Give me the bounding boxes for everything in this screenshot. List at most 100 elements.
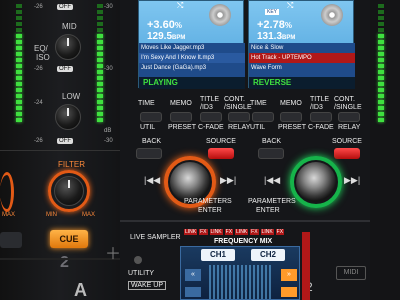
- util-label: UTIL: [140, 124, 156, 131]
- track-item[interactable]: I'm Sexy And I Know It.mp3: [139, 53, 245, 63]
- utility-label: UTILITY: [128, 270, 155, 277]
- mixer-channel-strip: -26 OFF -30 MID EQ/ ISO -26 OFF -30 LOW …: [0, 0, 122, 300]
- disc-icon: [209, 4, 231, 26]
- track-list: Nice & Slow Hot Track - UPTEMPO Wave For…: [249, 43, 355, 77]
- pitch-percent: +2.78%: [257, 19, 292, 31]
- source-button[interactable]: [334, 148, 360, 159]
- source-button[interactable]: [208, 148, 234, 159]
- deck-status: PLAYING: [139, 77, 245, 89]
- red-strip: [302, 232, 310, 300]
- level-meter-left: [16, 4, 22, 122]
- frequency-mix-label: FREQUENCY MIX: [214, 238, 273, 245]
- shuffle-icon: ⤭: [177, 1, 184, 10]
- title-id3-label: TITLE /ID3: [310, 96, 330, 111]
- prev-track-icon[interactable]: |◀◀: [264, 175, 280, 186]
- deck-letter: A: [74, 280, 87, 300]
- relay-label: RELAY: [338, 124, 361, 131]
- divider: [120, 220, 370, 222]
- left-mini-button[interactable]: [185, 287, 201, 297]
- max-label: MAX: [82, 212, 96, 218]
- prev-track-icon[interactable]: |◀◀: [144, 175, 160, 186]
- next-track-icon[interactable]: ▶▶|: [220, 175, 236, 186]
- source-label: SOURCE: [332, 138, 362, 145]
- channel-number: 2: [60, 254, 69, 271]
- track-item[interactable]: Nice & Slow: [249, 43, 355, 53]
- parameters-label: PARAMETERS: [248, 198, 296, 205]
- low-label: LOW: [62, 92, 81, 101]
- bpm-display: 129.5BPM: [147, 31, 186, 42]
- back-label: BACK: [262, 138, 282, 145]
- rewind-button[interactable]: «: [185, 269, 201, 281]
- cont-single-button[interactable]: [338, 112, 360, 122]
- link-tag[interactable]: LINK: [184, 229, 198, 235]
- waveform: [209, 265, 273, 299]
- divider: [0, 150, 120, 151]
- level-meter-edge: [378, 4, 384, 122]
- filter-knob[interactable]: [54, 176, 84, 206]
- ch2-tab[interactable]: CH2: [251, 249, 285, 261]
- adjacent-filter-ring: [0, 172, 14, 212]
- ch1-tab[interactable]: CH1: [201, 249, 235, 261]
- cue-button[interactable]: CUE: [50, 230, 88, 248]
- db-label: -26: [34, 138, 43, 144]
- filter-label: FILTER: [58, 160, 85, 169]
- off-pill: OFF: [57, 138, 73, 144]
- pitch-percent: +3.60%: [147, 19, 182, 31]
- mid-eq-knob[interactable]: [55, 34, 81, 60]
- dj-controller-view: -26 OFF -30 MID EQ/ ISO -26 OFF -30 LOW …: [0, 0, 400, 300]
- fx-tag[interactable]: FX: [199, 229, 208, 235]
- link-tag[interactable]: LINK: [235, 229, 249, 235]
- next-track-icon[interactable]: ▶▶|: [344, 175, 360, 186]
- back-label: BACK: [142, 138, 162, 145]
- db-label: -30: [104, 66, 113, 72]
- relay-label: RELAY: [228, 124, 251, 131]
- deck-left-screen: ⤭ +3.60% 129.5BPM Moves Like Jagger.mp3 …: [138, 0, 245, 89]
- fx-tag[interactable]: FX: [224, 229, 234, 235]
- memo-button[interactable]: [170, 112, 192, 122]
- fx-tag[interactable]: FX: [250, 229, 259, 235]
- time-button[interactable]: [140, 112, 162, 122]
- memo-button[interactable]: [280, 112, 302, 122]
- track-item-active[interactable]: Hot Track - UPTEMPO: [249, 53, 355, 63]
- db-label: -30: [104, 4, 113, 10]
- jog-wheel-right[interactable]: [296, 162, 336, 202]
- track-item[interactable]: Wave Form: [249, 63, 355, 73]
- divider: [0, 258, 120, 260]
- adjacent-button[interactable]: [0, 232, 22, 248]
- cont-single-label: CONT. /SINGLE: [334, 96, 362, 111]
- cue-label: CUE: [59, 234, 79, 244]
- time-button[interactable]: [252, 112, 274, 122]
- enter-label: ENTER: [198, 207, 222, 214]
- link-tag[interactable]: LINK: [209, 229, 223, 235]
- right-mini-button[interactable]: [281, 287, 297, 297]
- iso-label: ISO: [36, 53, 50, 62]
- db-label: -26: [34, 66, 43, 72]
- cont-single-button[interactable]: [228, 112, 250, 122]
- deck-status: REVERSE: [249, 77, 355, 89]
- db-label: -26: [34, 4, 43, 10]
- low-eq-knob[interactable]: [55, 104, 81, 130]
- jog-wheel-left[interactable]: [170, 162, 210, 202]
- title-id3-button[interactable]: [310, 112, 332, 122]
- frequency-mix-screen: CH1 CH2 « »: [180, 246, 300, 300]
- link-tag[interactable]: LINK: [260, 229, 274, 235]
- plus-icon: ＋: [105, 246, 122, 263]
- forward-button[interactable]: »: [281, 269, 297, 281]
- enter-label: ENTER: [256, 207, 280, 214]
- title-id3-button[interactable]: [200, 112, 222, 122]
- source-label: SOURCE: [206, 138, 236, 145]
- fx-tag[interactable]: FX: [275, 229, 285, 235]
- disc-icon: [321, 4, 343, 26]
- led-indicator: [134, 256, 142, 264]
- bpm-display: 131.3BPM: [257, 31, 296, 42]
- deck-right-screen: ⤭ KEY +2.78% 131.3BPM Nice & Slow Hot Tr…: [248, 0, 355, 89]
- time-label: TIME: [250, 100, 267, 107]
- track-item[interactable]: Moves Like Jagger.mp3: [139, 43, 245, 53]
- mid-label: MID: [62, 22, 77, 31]
- key-badge: KEY: [265, 9, 280, 15]
- db-label: -30: [104, 138, 113, 144]
- back-button[interactable]: [258, 148, 284, 159]
- track-item[interactable]: Just Dance (GaGa).mp3: [139, 63, 245, 73]
- midi-button[interactable]: MIDI: [336, 266, 366, 280]
- back-button[interactable]: [136, 148, 162, 159]
